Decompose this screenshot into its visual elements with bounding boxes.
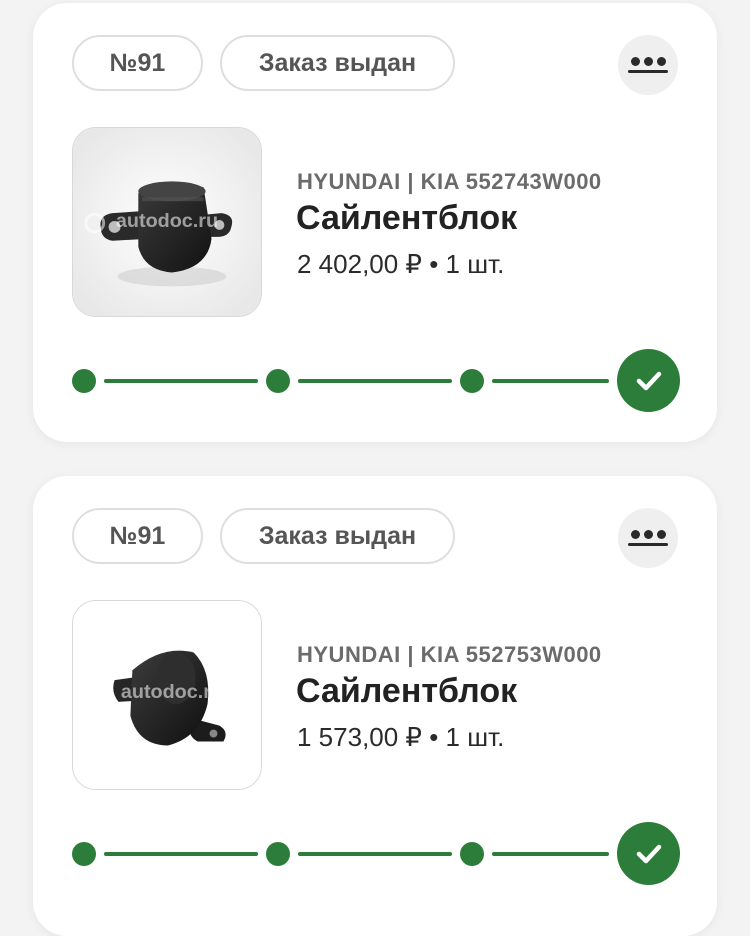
product-image[interactable]: autodoc.ru (72, 127, 262, 317)
svg-text:autodoc.ru: autodoc.ru (121, 681, 223, 703)
progress-step-dot (266, 842, 290, 866)
price-quantity: 2 402,00 ₽ • 1 шт. (297, 249, 505, 279)
order-progress-tracker (72, 822, 682, 886)
more-dots-icon (630, 57, 666, 66)
checkmark-icon (617, 822, 680, 885)
progress-step-dot (266, 369, 290, 393)
progress-step-line (492, 379, 609, 383)
progress-step-line (104, 852, 258, 856)
progress-step-line (298, 852, 452, 856)
progress-step-dot (460, 369, 484, 393)
brand-article: HYUNDAI | KIA 552743W000 (297, 169, 602, 194)
progress-step-line (104, 379, 258, 383)
svg-text:autodoc.ru: autodoc.ru (116, 210, 218, 232)
product-title[interactable]: Сайлентблок (296, 672, 517, 711)
progress-step-line (298, 379, 452, 383)
order-status-badge: Заказ выдан (220, 508, 455, 564)
more-options-button[interactable] (618, 35, 678, 95)
brand-article: HYUNDAI | KIA 552753W000 (297, 642, 602, 667)
order-card[interactable]: №91 Заказ выдан autodoc.ru HYUNDAI | KIA… (33, 3, 717, 442)
order-number-badge: №91 (72, 35, 203, 91)
product-title[interactable]: Сайлентблок (296, 199, 517, 238)
order-progress-tracker (72, 349, 682, 413)
progress-step-dot (72, 842, 96, 866)
more-options-button[interactable] (618, 508, 678, 568)
order-card[interactable]: №91 Заказ выдан autodoc.ru HYUNDAI | KIA… (33, 476, 717, 936)
product-image[interactable]: autodoc.ru (72, 600, 262, 790)
progress-step-dot (460, 842, 484, 866)
more-dots-icon (630, 530, 666, 539)
checkmark-icon (617, 349, 680, 412)
progress-step-dot (72, 369, 96, 393)
order-number-badge: №91 (72, 508, 203, 564)
price-quantity: 1 573,00 ₽ • 1 шт. (297, 722, 505, 752)
progress-step-line (492, 852, 609, 856)
order-status-badge: Заказ выдан (220, 35, 455, 91)
